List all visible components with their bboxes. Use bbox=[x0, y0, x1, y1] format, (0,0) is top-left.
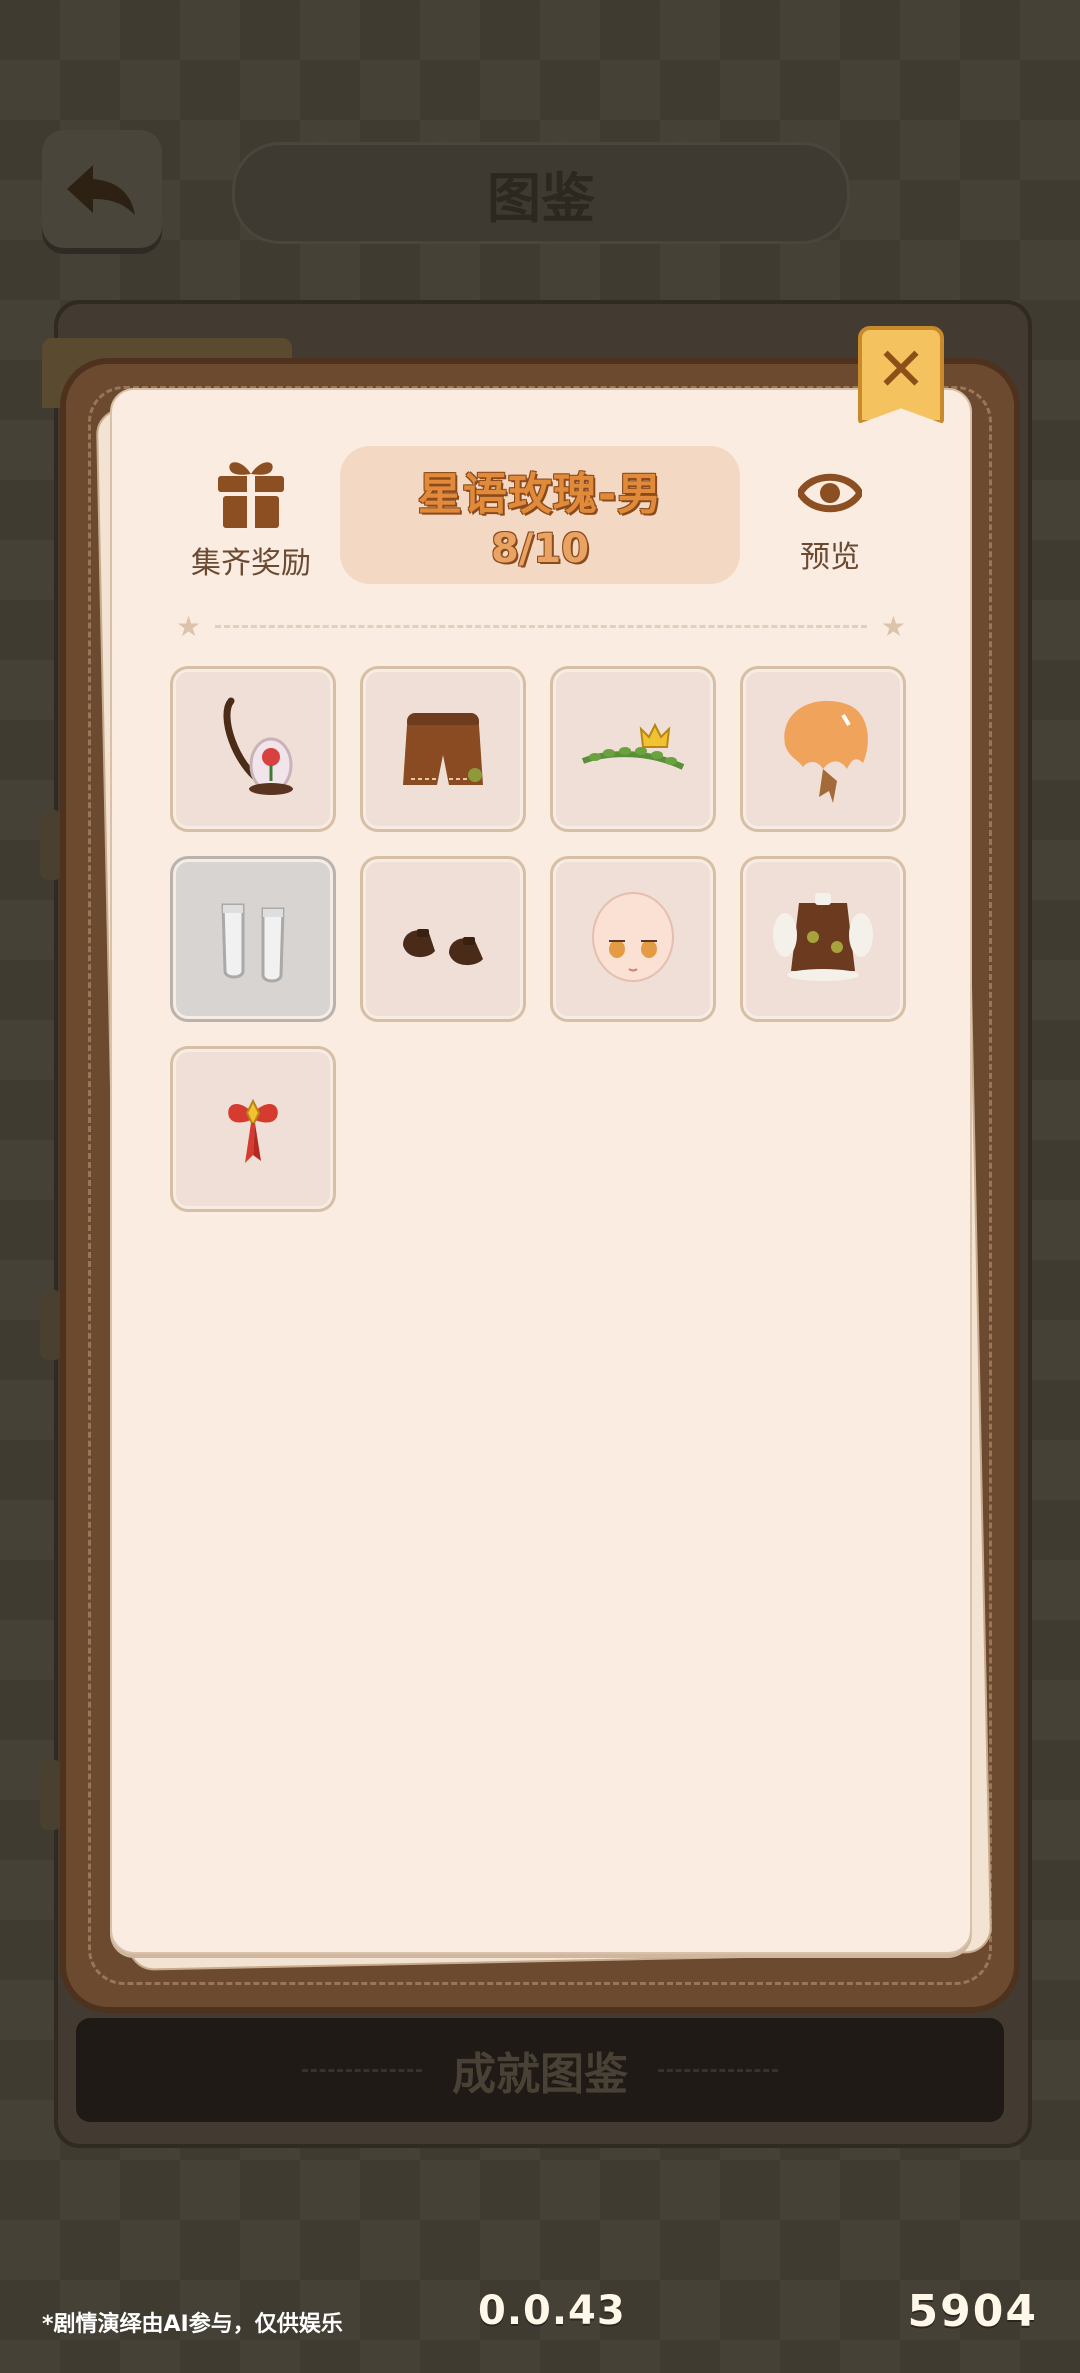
item-tile[interactable] bbox=[360, 666, 526, 832]
item-tile[interactable] bbox=[360, 856, 526, 1022]
crown-vine-icon bbox=[581, 722, 685, 770]
set-progress: 8/10 bbox=[490, 526, 590, 572]
set-title-pill: 星语玫瑰-男 8/10 bbox=[340, 446, 740, 584]
set-name: 星语玫瑰-男 bbox=[417, 469, 663, 520]
rose-bag-icon bbox=[223, 697, 293, 795]
side-knob bbox=[40, 1290, 62, 1360]
socks-icon bbox=[221, 903, 285, 983]
bow-accessory-icon bbox=[228, 1098, 278, 1163]
side-knob bbox=[40, 1760, 62, 1830]
item-tile[interactable] bbox=[740, 666, 906, 832]
divider: ★ ★ bbox=[176, 609, 906, 643]
outfit-top-icon bbox=[773, 893, 873, 981]
star-icon: ★ bbox=[880, 609, 906, 643]
background-panel-label-strip: 成就图鉴 bbox=[76, 2018, 1004, 2122]
user-id: 5904 bbox=[907, 2286, 1038, 2337]
item-tile[interactable] bbox=[550, 666, 716, 832]
side-knob bbox=[40, 810, 62, 880]
item-tile-locked[interactable] bbox=[170, 856, 336, 1022]
ai-disclaimer: *剧情演绎由AI参与，仅供娱乐 bbox=[42, 2312, 343, 2337]
shoes-icon bbox=[403, 929, 483, 966]
item-tile[interactable] bbox=[170, 666, 336, 832]
eye-icon bbox=[795, 468, 865, 518]
item-tile[interactable] bbox=[740, 856, 906, 1022]
item-grid bbox=[170, 666, 910, 1212]
page-title: 图鉴 bbox=[232, 142, 850, 244]
shorts-icon bbox=[403, 713, 483, 785]
preview-button[interactable]: 预览 bbox=[778, 468, 882, 576]
background-panel-label: 成就图鉴 bbox=[452, 2049, 628, 2100]
collect-reward-button[interactable]: 集齐奖励 bbox=[186, 456, 316, 582]
gift-icon bbox=[216, 456, 286, 530]
star-icon: ★ bbox=[176, 609, 202, 643]
item-tile[interactable] bbox=[170, 1046, 336, 1212]
back-button[interactable] bbox=[42, 130, 162, 248]
item-tile[interactable] bbox=[550, 856, 716, 1022]
preview-label: 预览 bbox=[800, 540, 860, 575]
collect-reward-label: 集齐奖励 bbox=[191, 546, 311, 581]
hair-icon bbox=[784, 700, 868, 803]
face-icon bbox=[592, 892, 674, 982]
version-label: 0.0.43 bbox=[478, 2288, 626, 2334]
close-icon: ✕ bbox=[875, 335, 927, 405]
back-arrow-icon bbox=[67, 165, 135, 215]
